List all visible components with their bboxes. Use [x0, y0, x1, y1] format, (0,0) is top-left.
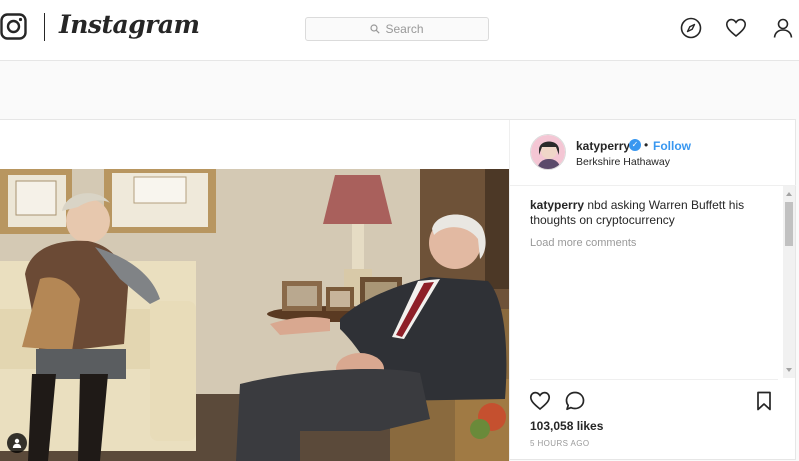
verified-badge-icon: ✓ — [629, 139, 641, 151]
person-icon[interactable] — [772, 17, 794, 39]
scrollbar-thumb[interactable] — [785, 202, 793, 246]
avatar[interactable] — [530, 134, 566, 170]
load-more-comments-link[interactable]: Load more comments — [530, 237, 780, 249]
heart-icon[interactable] — [725, 17, 747, 39]
scroll-down-arrow-icon[interactable] — [786, 368, 792, 372]
search-input[interactable]: Search — [305, 17, 489, 41]
post-author-username[interactable]: katyperry — [576, 139, 630, 153]
separator-dot: • — [644, 138, 649, 152]
camera-logo-icon[interactable] — [0, 13, 27, 40]
search-icon — [370, 24, 381, 34]
bookmark-icon[interactable] — [753, 390, 775, 412]
post-photo-illustration — [0, 169, 509, 461]
compass-icon[interactable] — [680, 17, 702, 39]
avatar-image — [531, 135, 565, 169]
post-photo[interactable] — [0, 169, 509, 461]
tagged-users-button[interactable] — [7, 433, 27, 453]
search-placeholder: Search — [385, 22, 424, 36]
comment-icon[interactable] — [564, 390, 586, 412]
comments-scrollbar[interactable] — [783, 186, 795, 378]
caption-username[interactable]: katyperry — [530, 198, 584, 212]
top-navigation-bar: Instagram Search — [0, 0, 799, 61]
instagram-wordmark[interactable]: Instagram — [59, 10, 200, 39]
scroll-up-arrow-icon[interactable] — [786, 192, 792, 196]
post-timestamp[interactable]: 5 HOURS AGO — [530, 439, 590, 448]
follow-button[interactable]: Follow — [653, 139, 691, 153]
post-sidebar: katyperry ✓ • Follow Berkshire Hathaway … — [509, 120, 796, 461]
person-tag-icon — [12, 438, 22, 448]
post-caption: katyperry nbd asking Warren Buffett his … — [530, 198, 780, 228]
like-heart-icon[interactable] — [529, 390, 551, 412]
post-location[interactable]: Berkshire Hathaway — [576, 156, 670, 168]
comments-section: katyperry nbd asking Warren Buffett his … — [530, 198, 780, 249]
post-header: katyperry ✓ • Follow Berkshire Hathaway — [510, 120, 796, 186]
post-card: katyperry ✓ • Follow Berkshire Hathaway … — [0, 119, 796, 461]
logo-divider — [44, 13, 45, 41]
actions-divider — [530, 379, 778, 380]
likes-count[interactable]: 103,058 likes — [530, 419, 603, 433]
